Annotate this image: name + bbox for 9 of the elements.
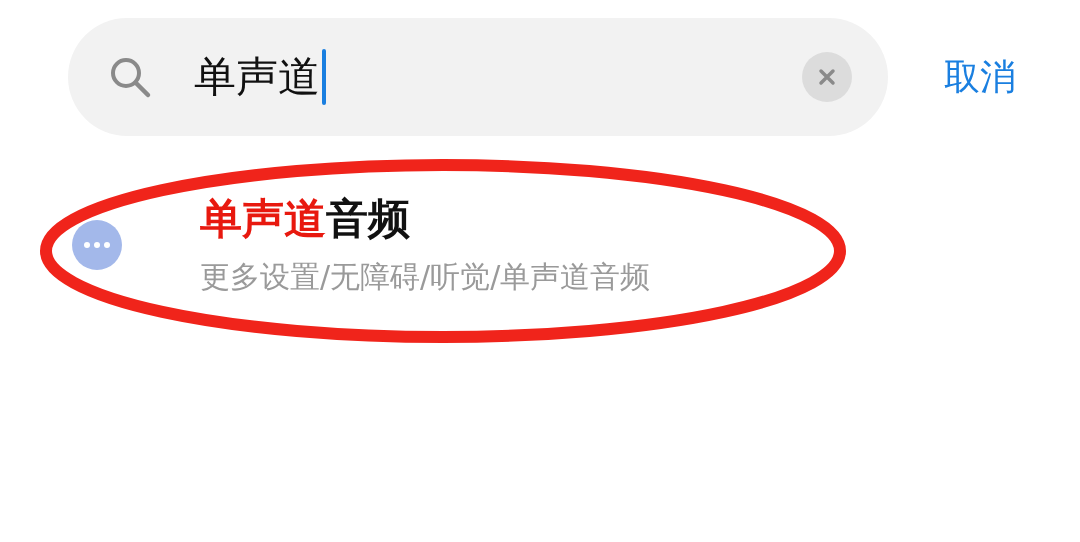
search-icon	[108, 55, 152, 99]
result-path: 更多设置/无障碍/听觉/单声道音频	[200, 262, 651, 292]
result-title: 单声道音频	[200, 198, 411, 240]
more-icon	[72, 220, 122, 270]
close-icon	[818, 68, 836, 86]
search-field[interactable]: 单声道	[68, 18, 888, 136]
clear-button[interactable]	[802, 52, 852, 102]
cancel-button[interactable]: 取消	[944, 59, 1016, 95]
search-text: 单声道	[194, 56, 320, 98]
